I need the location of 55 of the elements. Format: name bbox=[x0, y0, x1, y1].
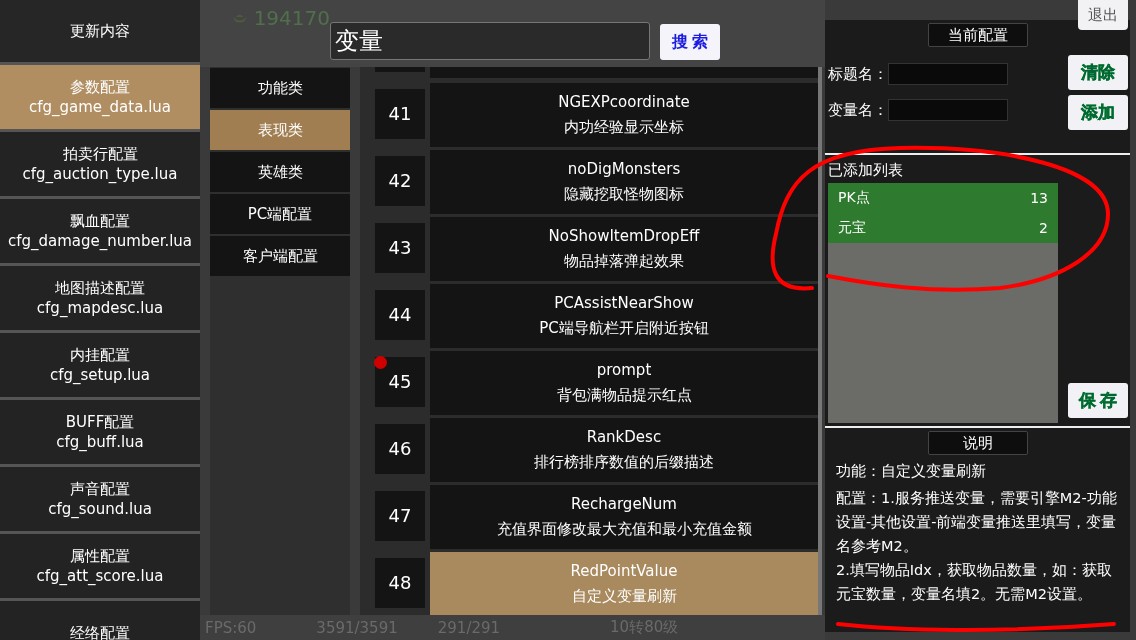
item-name: 元宝 bbox=[838, 219, 866, 237]
help-text: 配置：1.服务推送变量，需要引擎M2-功能设置-其他设置-前端变量推送里填写，变量名参考M2。 bbox=[836, 489, 1118, 556]
notification-dot bbox=[374, 355, 387, 369]
variable-item[interactable]: RechargeNum 充值界面修改最大充值和最小充值金额 bbox=[430, 485, 818, 549]
index-label: 48 bbox=[375, 557, 425, 608]
partial-index bbox=[375, 67, 425, 72]
variable-item[interactable]: NGEXPcoordinate 内功经验显示坐标 bbox=[430, 83, 818, 147]
file-menu-item[interactable]: 地图描述配置 cfg_mapdesc.lua bbox=[0, 266, 200, 333]
variable-item[interactable]: prompt 背包满物品提示红点 bbox=[430, 351, 818, 415]
input-field[interactable] bbox=[888, 63, 1008, 85]
added-item[interactable]: PK点 13 bbox=[828, 183, 1058, 213]
field-label: 变量名： bbox=[828, 100, 888, 120]
index-label: 46 bbox=[375, 423, 425, 474]
file-menu-item[interactable]: 内挂配置 cfg_setup.lua bbox=[0, 333, 200, 400]
help-text: 2.填写物品Idx，获取物品数量，如：获取元宝数量，变量名填2。无需M2设置。 bbox=[836, 561, 1113, 604]
action-button[interactable]: 清除 bbox=[1068, 55, 1128, 90]
index-label: 44 bbox=[375, 289, 425, 340]
variable-item[interactable]: PCAssistNearShow PC端导航栏开启附近按钮 bbox=[430, 284, 818, 348]
partial-item[interactable] bbox=[430, 67, 818, 78]
category-tab[interactable]: 英雄类 bbox=[210, 152, 350, 192]
list-title: 已添加列表 bbox=[828, 161, 903, 179]
item-value: 2 bbox=[1039, 220, 1048, 236]
category-tab[interactable]: 客户端配置 bbox=[210, 236, 350, 276]
category-tab[interactable]: PC端配置 bbox=[210, 194, 350, 234]
variable-item[interactable]: RankDesc 排行榜排序数值的后缀描述 bbox=[430, 418, 818, 482]
field-label: 标题名： bbox=[828, 64, 888, 84]
index-label: 41 bbox=[375, 88, 425, 139]
item-name: PK点 bbox=[838, 189, 870, 207]
search-button[interactable]: 搜 索 bbox=[660, 24, 720, 60]
index-label: 42 bbox=[375, 155, 425, 206]
file-menu-item[interactable]: 属性配置 cfg_att_score.lua bbox=[0, 534, 200, 601]
save-button[interactable]: 保 存 bbox=[1068, 383, 1128, 418]
added-item[interactable]: 元宝 2 bbox=[828, 213, 1058, 243]
section-header: 当前配置 bbox=[927, 23, 1028, 47]
file-menu-item[interactable]: 更新内容 bbox=[0, 0, 200, 65]
help-text: 功能：自定义变量刷新 bbox=[836, 462, 987, 481]
search-field[interactable]: 变量 bbox=[330, 22, 650, 60]
index-label: 45 bbox=[375, 356, 425, 407]
file-menu-item[interactable]: 拍卖行配置 cfg_auction_type.lua bbox=[0, 132, 200, 199]
index-label: 47 bbox=[375, 490, 425, 541]
index-label: 43 bbox=[375, 222, 425, 273]
file-menu-item[interactable]: BUFF配置 cfg_buff.lua bbox=[0, 400, 200, 467]
action-button[interactable]: 添加 bbox=[1068, 95, 1128, 130]
exit-button[interactable]: 退出 bbox=[1078, 0, 1128, 30]
scroll-bar[interactable] bbox=[818, 67, 822, 615]
category-tab[interactable]: 表现类 bbox=[210, 110, 350, 150]
file-menu-item[interactable]: 经络配置 bbox=[0, 601, 200, 640]
variable-item[interactable]: NoShowItemDropEff 物品掉落弹起效果 bbox=[430, 217, 818, 281]
category-tab[interactable]: 功能类 bbox=[210, 68, 350, 108]
file-menu-item[interactable]: 飘血配置 cfg_damage_number.lua bbox=[0, 199, 200, 266]
item-value: 13 bbox=[1030, 190, 1048, 206]
input-field[interactable] bbox=[888, 99, 1008, 121]
variable-item[interactable]: noDigMonsters 隐藏挖取怪物图标 bbox=[430, 150, 818, 214]
section-header: 说明 bbox=[927, 431, 1028, 455]
file-menu-item[interactable]: 声音配置 cfg_sound.lua bbox=[0, 467, 200, 534]
